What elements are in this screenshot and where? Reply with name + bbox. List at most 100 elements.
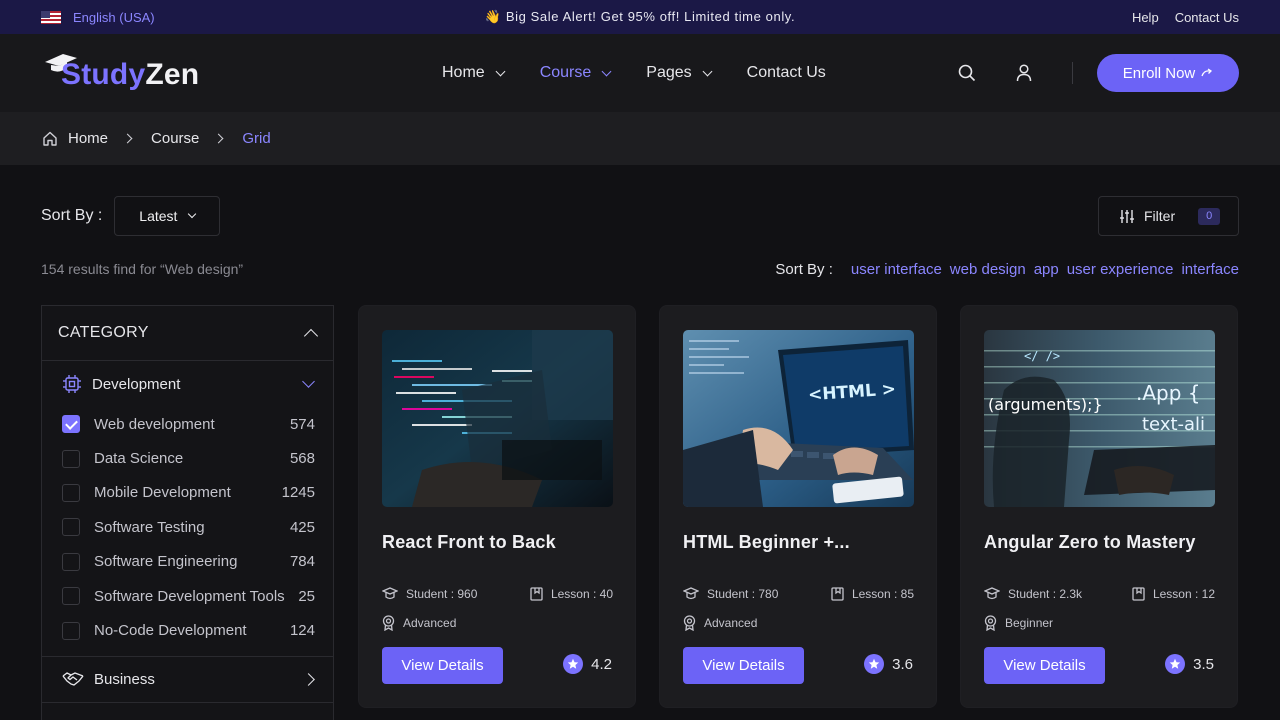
list-item[interactable]: Software Engineering 784: [62, 545, 315, 579]
subcategory-label: Web development: [94, 415, 215, 433]
list-item[interactable]: Web development 574: [62, 407, 315, 441]
contact-us-link[interactable]: Contact Us: [1175, 10, 1239, 25]
chevron-right-icon: [122, 133, 133, 144]
category-group-development[interactable]: Development: [42, 361, 333, 407]
award-icon: [382, 614, 395, 631]
tag-app[interactable]: app: [1034, 261, 1059, 278]
star-icon: [1165, 654, 1186, 674]
breadcrumb-home[interactable]: Home: [68, 130, 108, 147]
checkbox[interactable]: [62, 483, 80, 502]
book-icon: [1132, 586, 1145, 601]
course-rating: 3.6: [864, 654, 913, 674]
breadcrumb: Home Course Grid: [0, 112, 1280, 165]
student-count: Student : 960: [406, 586, 478, 601]
tag-interface[interactable]: interface: [1181, 261, 1239, 278]
promo-banner: 👋 Big Sale Alert! Get 95% off! Limited t…: [0, 9, 1280, 25]
rating-value: 3.6: [892, 655, 913, 673]
nav-course[interactable]: Course: [539, 64, 612, 82]
language-selector[interactable]: English (USA): [41, 10, 155, 25]
star-icon: [864, 654, 885, 674]
tag-sort-label: Sort By :: [775, 261, 833, 278]
course-level: Advanced: [403, 615, 457, 630]
chevron-down-icon: [188, 209, 197, 219]
nav-contact-us[interactable]: Contact Us: [747, 64, 826, 82]
tag-user-experience[interactable]: user experience: [1067, 261, 1174, 278]
subcategory-count: 425: [289, 518, 315, 536]
checkbox-checked[interactable]: [62, 415, 80, 434]
chevron-down-icon: [601, 66, 612, 76]
nav-pages[interactable]: Pages: [646, 64, 713, 82]
chip-icon: [63, 375, 81, 393]
studyzen-logo[interactable]: StudyZen: [41, 48, 211, 98]
checkbox[interactable]: [62, 587, 80, 606]
course-image-html: <HTML >: [683, 330, 914, 507]
sort-value: Latest: [139, 208, 178, 224]
star-icon: [563, 654, 584, 674]
category-sidebar: CATEGORY Development Web development 574 …: [41, 305, 334, 720]
list-item[interactable]: Software Testing 425: [62, 510, 315, 544]
promo-text: Big Sale Alert! Get 95% off! Limited tim…: [505, 9, 796, 24]
chevron-right-icon: [213, 133, 224, 144]
angular-thumb-text-4: text-ali: [1142, 414, 1205, 435]
user-icon[interactable]: [1016, 64, 1032, 82]
student-count: Student : 2.3k: [1008, 586, 1083, 601]
enroll-label: Enroll Now: [1122, 64, 1196, 82]
course-rating: 3.5: [1165, 654, 1214, 674]
filter-count-badge: 0: [1198, 207, 1221, 225]
nav-course-label: Course: [539, 64, 592, 81]
graduation-cap-icon: [683, 586, 699, 599]
course-thumbnail[interactable]: <HTML >: [683, 330, 914, 507]
list-item[interactable]: Data Science 568: [62, 441, 315, 475]
tag-web-design[interactable]: web design: [950, 261, 1026, 278]
list-item[interactable]: Mobile Development 1245: [62, 476, 315, 510]
search-icon[interactable]: [958, 64, 976, 82]
subcategory-label: Software Development Tools: [94, 587, 285, 605]
sort-select[interactable]: Latest: [114, 196, 221, 236]
subcategory-count: 568: [289, 450, 315, 468]
course-image-angular: </ /> (arguments);} .App { text-ali: [984, 330, 1215, 507]
group-label-development: Development: [92, 375, 181, 393]
book-icon: [530, 586, 543, 601]
book-icon: [831, 586, 844, 601]
development-subcategories: Web development 574 Data Science 568 Mobil…: [42, 407, 333, 657]
help-link[interactable]: Help: [1132, 10, 1159, 25]
graduation-cap-icon: [382, 586, 398, 599]
course-thumbnail[interactable]: </ /> (arguments);} .App { text-ali: [984, 330, 1215, 507]
nav-home-label: Home: [442, 64, 485, 81]
nav-pages-label: Pages: [646, 64, 692, 81]
view-details-button[interactable]: View Details: [683, 647, 804, 684]
course-title[interactable]: HTML Beginner +...: [683, 532, 850, 553]
tag-filter: Sort By : user interface web design app …: [775, 261, 1239, 278]
filter-button[interactable]: Filter 0: [1098, 196, 1239, 236]
subcategory-count: 1245: [281, 484, 315, 502]
checkbox[interactable]: [62, 621, 80, 640]
subcategory-count: 25: [298, 587, 315, 605]
breadcrumb-current: Grid: [242, 130, 271, 147]
nav-home[interactable]: Home: [442, 64, 506, 82]
angular-thumb-text-1: </ />: [1024, 349, 1060, 363]
category-group-business[interactable]: Business: [42, 657, 333, 703]
subcategory-count: 124: [289, 622, 315, 640]
course-title[interactable]: React Front to Back: [382, 532, 556, 553]
category-heading: CATEGORY: [58, 324, 149, 341]
tag-user-interface[interactable]: user interface: [851, 261, 942, 278]
list-item[interactable]: No-Code Development 124: [62, 613, 315, 647]
checkbox[interactable]: [62, 552, 80, 571]
sort-label: Sort By :: [41, 207, 103, 224]
enroll-now-button[interactable]: Enroll Now: [1097, 54, 1239, 92]
subcategory-label: Software Engineering: [94, 553, 238, 571]
sort-control: Sort By : Latest: [41, 196, 221, 236]
breadcrumb-course[interactable]: Course: [151, 130, 199, 147]
course-card: <HTML > HTML Beginner +... Student : 780…: [659, 305, 937, 708]
view-details-button[interactable]: View Details: [984, 647, 1105, 684]
checkbox[interactable]: [62, 449, 80, 468]
course-thumbnail[interactable]: [382, 330, 613, 507]
list-item[interactable]: Software Development Tools 25: [62, 579, 315, 613]
home-icon: [43, 131, 57, 146]
main-header: StudyZen Home Course Pages Contact Us En…: [0, 34, 1280, 112]
group-label-business: Business: [94, 670, 155, 688]
course-title[interactable]: Angular Zero to Mastery: [984, 532, 1196, 553]
checkbox[interactable]: [62, 518, 80, 537]
view-details-button[interactable]: View Details: [382, 647, 503, 684]
category-header[interactable]: CATEGORY: [42, 306, 333, 361]
